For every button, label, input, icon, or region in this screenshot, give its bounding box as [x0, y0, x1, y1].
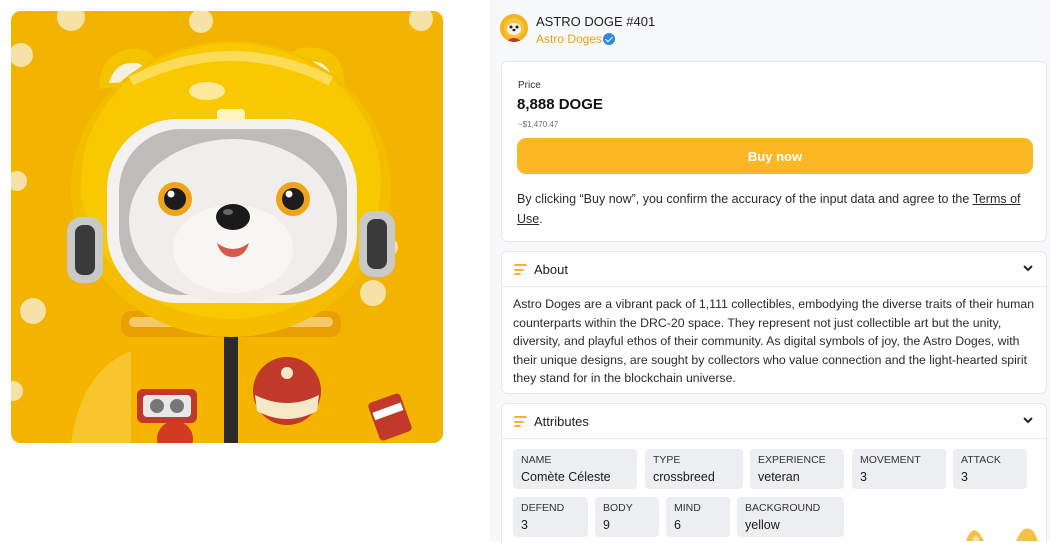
attribute-key: MOVEMENT: [860, 454, 921, 466]
chevron-down-icon[interactable]: [1022, 262, 1034, 274]
price-card: Price 8,888 DOGE ~$1,470.47 Buy now By c…: [501, 61, 1047, 242]
decorative-mascot-peek: [966, 528, 1038, 541]
attribute-experience[interactable]: EXPERIENCE veteran: [750, 449, 844, 489]
disclaimer-end: .: [539, 212, 543, 226]
about-section: About Astro Doges are a vibrant pack of …: [501, 251, 1047, 394]
nft-artwork: [11, 11, 443, 443]
attribute-type[interactable]: TYPE crossbreed: [645, 449, 743, 489]
price-value: 8,888 DOGE: [517, 96, 603, 113]
buy-now-button[interactable]: Buy now: [517, 138, 1033, 174]
attribute-attack[interactable]: ATTACK 3: [953, 449, 1027, 489]
attribute-key: BODY: [603, 502, 633, 514]
disclaimer-text: By clicking “Buy now”, you confirm the a…: [517, 192, 973, 206]
about-description: Astro Doges are a vibrant pack of 1,111 …: [513, 297, 1035, 385]
item-title: ASTRO DOGE #401: [536, 14, 656, 29]
attribute-value: crossbreed: [653, 470, 715, 484]
attribute-name[interactable]: NAME Comète Céleste: [513, 449, 637, 489]
attribute-value: 3: [961, 470, 968, 484]
list-icon: [514, 264, 527, 275]
attribute-defend[interactable]: DEFEND 3: [513, 497, 588, 537]
purchase-disclaimer: By clicking “Buy now”, you confirm the a…: [517, 189, 1033, 229]
price-usd-estimate: ~$1,470.47: [518, 120, 559, 129]
attribute-movement[interactable]: MOVEMENT 3: [852, 449, 946, 489]
collection-name[interactable]: Astro Doges: [536, 32, 602, 46]
attribute-key: TYPE: [653, 454, 681, 466]
attribute-value: 6: [674, 518, 681, 532]
attribute-key: MIND: [674, 502, 701, 514]
attribute-key: DEFEND: [521, 502, 565, 514]
attribute-key: ATTACK: [961, 454, 1001, 466]
avatar-image: [500, 14, 528, 42]
attribute-key: EXPERIENCE: [758, 454, 826, 466]
astro-doge-illustration: [11, 11, 443, 443]
attribute-mind[interactable]: MIND 6: [666, 497, 730, 537]
attribute-value: 3: [521, 518, 528, 532]
attribute-key: BACKGROUND: [745, 502, 821, 514]
price-label: Price: [518, 80, 541, 91]
attribute-value: 9: [603, 518, 610, 532]
verified-badge-icon: [603, 33, 616, 45]
attribute-value: veteran: [758, 470, 800, 484]
attribute-body[interactable]: BODY 9: [595, 497, 659, 537]
attributes-title: Attributes: [534, 414, 589, 429]
list-icon: [514, 416, 527, 427]
attribute-value: yellow: [745, 518, 780, 532]
collection-avatar[interactable]: [500, 14, 528, 42]
chevron-down-icon[interactable]: [1022, 414, 1034, 426]
about-header[interactable]: About: [502, 252, 1046, 287]
attribute-key: NAME: [521, 454, 552, 466]
attribute-value: 3: [860, 470, 867, 484]
about-title: About: [534, 262, 568, 277]
attribute-background[interactable]: BACKGROUND yellow: [737, 497, 844, 537]
attributes-header[interactable]: Attributes: [502, 404, 1046, 439]
attribute-value: Comète Céleste: [521, 470, 611, 484]
collection-link[interactable]: Astro Doges: [536, 32, 616, 46]
